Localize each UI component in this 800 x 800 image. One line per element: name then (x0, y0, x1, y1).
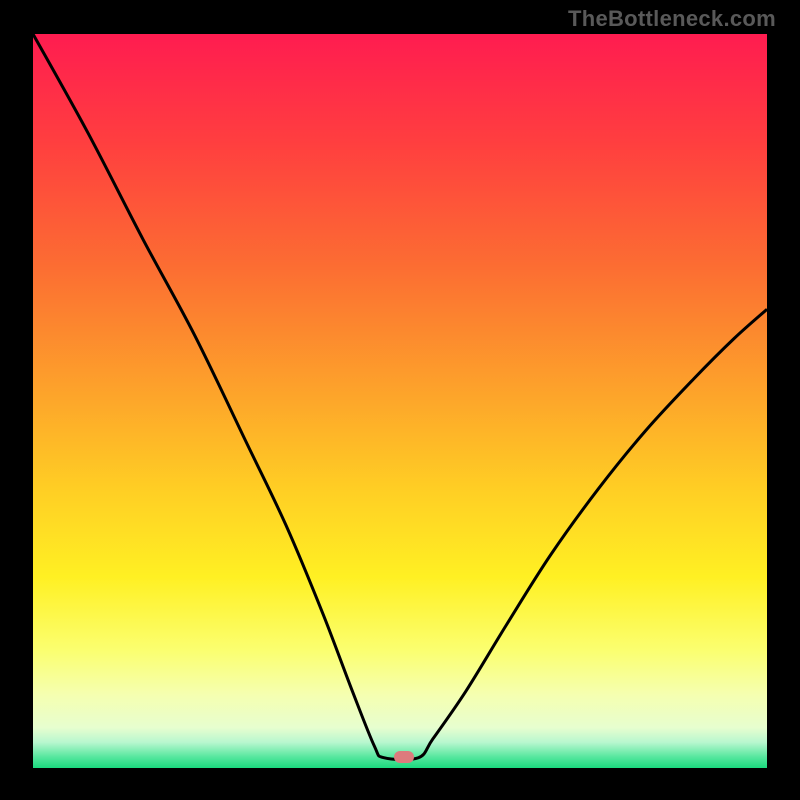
optimum-marker-icon (394, 751, 414, 763)
plot-area (33, 34, 767, 768)
chart-frame: TheBottleneck.com (0, 0, 800, 800)
curve-path (33, 34, 767, 760)
watermark-text: TheBottleneck.com (568, 6, 776, 32)
bottleneck-curve (33, 34, 767, 768)
